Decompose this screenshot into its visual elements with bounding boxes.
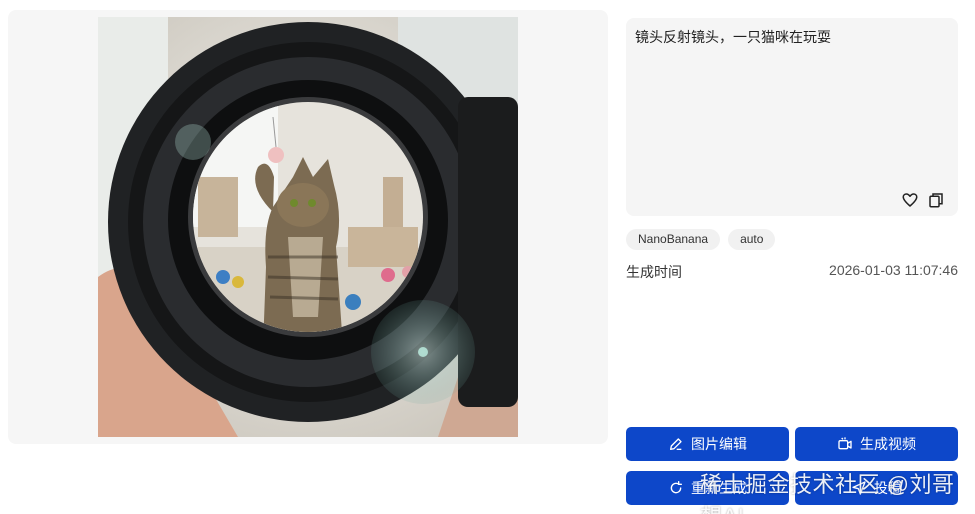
regenerate-button[interactable]: 重新生成 (626, 471, 789, 505)
submit-post-button[interactable]: 投稿 (795, 471, 958, 505)
heart-icon[interactable] (901, 191, 919, 209)
generation-time-label: 生成时间 (626, 264, 682, 280)
pencil-icon (670, 438, 682, 450)
regenerate-label: 重新生成 (691, 480, 747, 496)
video-icon (838, 437, 852, 450)
tag-model: NanoBanana (626, 229, 721, 250)
tag-list: NanoBanana auto (626, 229, 776, 250)
image-preview-panel (8, 10, 608, 444)
generation-time-row: 生成时间 2026-01-03 11:07:46 (626, 262, 958, 282)
send-icon (852, 481, 866, 495)
tag-ratio: auto (728, 229, 776, 250)
generation-time-value: 2026-01-03 11:07:46 (829, 262, 958, 278)
prompt-box: 镜头反射镜头，一只猫咪在玩耍 (626, 18, 958, 216)
image-edit-label: 图片编辑 (691, 436, 747, 452)
copy-icon[interactable] (927, 191, 945, 209)
generate-video-button[interactable]: 生成视频 (795, 427, 958, 461)
generate-video-label: 生成视频 (860, 436, 916, 452)
image-edit-button[interactable]: 图片编辑 (626, 427, 789, 461)
cat-through-lens-image (98, 17, 518, 437)
generated-image[interactable] (98, 17, 518, 437)
prompt-text: 镜头反射镜头，一只猫咪在玩耍 (635, 29, 831, 45)
submit-post-label: 投稿 (874, 480, 902, 496)
refresh-icon (670, 481, 682, 494)
